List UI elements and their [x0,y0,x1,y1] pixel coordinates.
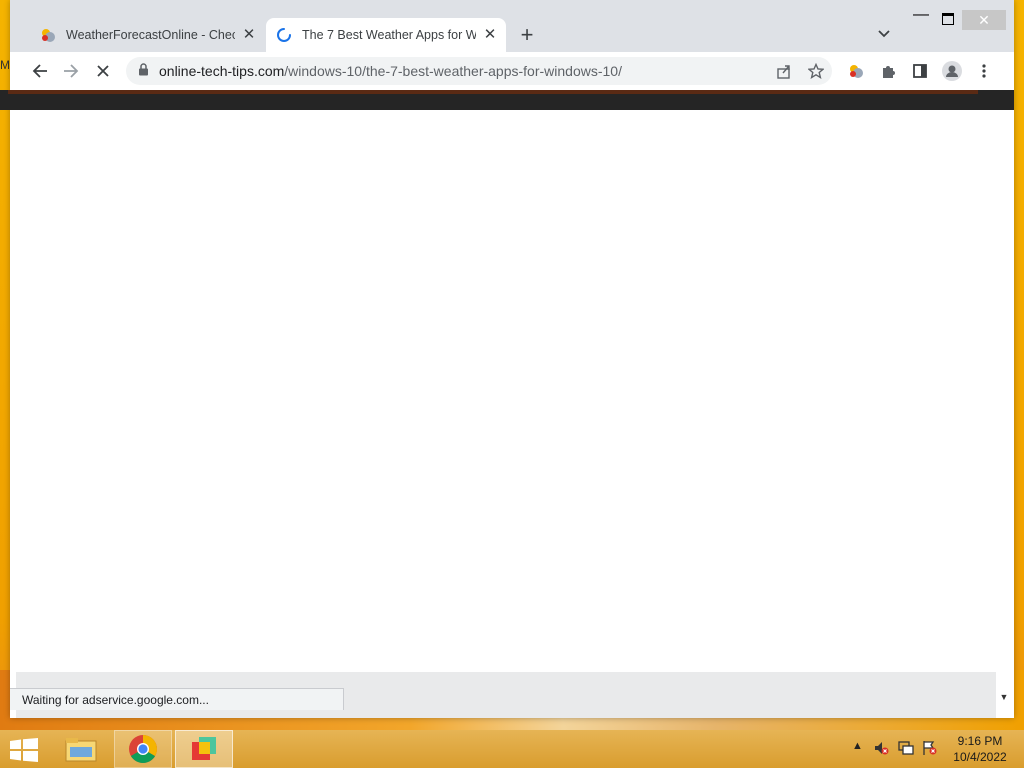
network-icon[interactable] [897,740,915,759]
page-content [10,110,1014,672]
taskbar: ▲ 9:16 PM 10/4/2022 [0,730,1024,768]
file-explorer-icon[interactable] [52,730,110,768]
tab-strip: WeatherForecastOnline - Check y ✕ The 7 … [10,0,1014,52]
tab-title: WeatherForecastOnline - Check y [66,28,235,42]
menu-kebab-icon[interactable] [973,60,995,82]
extensions-puzzle-icon[interactable] [877,60,899,82]
address-bar[interactable]: online-tech-tips.com/windows-10/the-7-be… [126,57,832,85]
tab-title: The 7 Best Weather Apps for Wi [302,28,476,42]
clock-time: 9:16 PM [957,734,1003,748]
system-clock[interactable]: 9:16 PM 10/4/2022 [944,733,1016,765]
url-host: online-tech-tips.com [159,63,285,79]
minimize-button[interactable]: — [912,7,930,23]
site-header-bar [0,90,1014,110]
clock-date: 10/4/2022 [953,750,1007,764]
tray-chevron-icon[interactable]: ▲ [852,740,863,752]
maximize-button[interactable] [942,13,954,25]
weather-favicon-icon [40,27,56,43]
close-window-button[interactable]: ✕ [962,10,1006,30]
action-center-flag-icon[interactable] [921,740,937,759]
new-tab-button[interactable]: + [516,24,538,46]
site-header-accent [8,90,978,94]
back-arrow-icon[interactable] [29,60,51,82]
scroll-down-arrow-icon[interactable]: ▼ [994,692,1014,708]
close-tab-icon[interactable]: ✕ [482,27,498,43]
url-path: /windows-10/the-7-best-weather-apps-for-… [284,63,622,79]
desktop-edge-text: M [0,58,10,72]
status-bubble: Waiting for adservice.google.com... [10,688,344,710]
tab-search-chevron-icon[interactable] [878,26,890,41]
side-panel-icon[interactable] [909,60,931,82]
share-icon[interactable] [776,63,792,82]
forward-arrow-icon[interactable] [60,60,82,82]
browser-toolbar: online-tech-tips.com/windows-10/the-7-be… [10,52,1014,91]
loading-spinner-icon [276,27,292,43]
tab-weather-apps[interactable]: The 7 Best Weather Apps for Wi ✕ [266,18,506,52]
profile-avatar-icon[interactable] [941,60,963,82]
windows-start-icon[interactable] [10,738,38,765]
stop-loading-icon[interactable] [92,60,114,82]
url-text: online-tech-tips.com/windows-10/the-7-be… [159,63,622,79]
weather-extension-icon[interactable] [845,60,867,82]
tab-weatherforecastonline[interactable]: WeatherForecastOnline - Check y ✕ [30,18,265,52]
chrome-icon[interactable] [114,730,172,768]
active-app-icon[interactable] [175,730,233,768]
close-tab-icon[interactable]: ✕ [241,27,257,43]
volume-muted-icon[interactable] [873,740,889,759]
lock-icon[interactable] [138,63,149,79]
bookmark-star-icon[interactable] [807,62,825,82]
